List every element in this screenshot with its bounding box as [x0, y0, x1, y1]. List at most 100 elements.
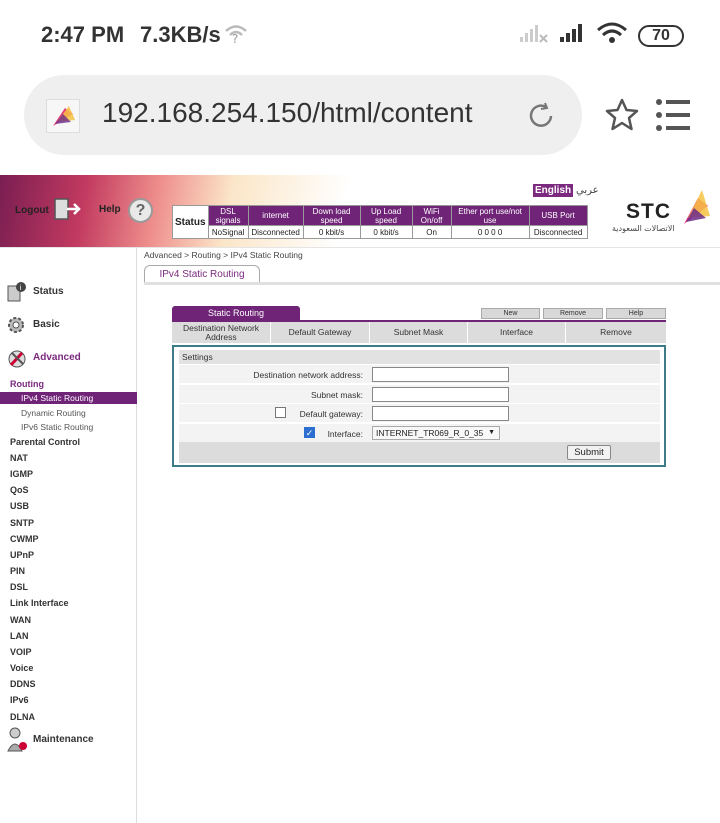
address-bar[interactable]: 192.168.254.150/html/content — [24, 75, 582, 155]
bookmark-star-icon[interactable] — [604, 97, 640, 138]
column-header: Destination Network Address — [172, 322, 271, 343]
url-text[interactable]: 192.168.254.150/html/content — [102, 97, 482, 129]
nav-voip[interactable]: VOIP — [10, 647, 32, 657]
signal-icon — [558, 23, 586, 48]
nav-cwmp[interactable]: CWMP — [10, 534, 39, 544]
signal-x-icon — [520, 23, 548, 48]
nav-ipv6-static-routing[interactable]: IPv6 Static Routing — [21, 422, 93, 432]
routes-table-header: Destination Network Address Default Gate… — [172, 322, 666, 343]
reload-icon[interactable] — [526, 101, 556, 136]
status-table: Status DSL signals internet Down load sp… — [172, 205, 588, 239]
nav-basic[interactable]: Basic — [33, 319, 60, 330]
status-value: 0 kbit/s — [302, 225, 361, 239]
nav-ipv6[interactable]: IPv6 — [10, 695, 29, 705]
language-arabic[interactable]: عربي — [576, 185, 599, 196]
breadcrumb: Advanced > Routing > IPv4 Static Routing — [144, 250, 303, 260]
nav-maintenance[interactable]: Maintenance — [33, 734, 94, 745]
battery-indicator: 70 — [638, 24, 684, 47]
nav-routing[interactable]: Routing — [10, 379, 44, 389]
default-gateway-checkbox[interactable] — [275, 407, 286, 418]
status-header: Ether port use/not use — [450, 205, 530, 226]
tab-underline — [144, 282, 720, 285]
status-header: DSL signals — [207, 205, 249, 226]
interface-label: Interface: — [327, 429, 363, 439]
maintenance-icon — [6, 727, 28, 758]
wifi-question-icon: ? — [224, 24, 248, 49]
svg-text:i: i — [20, 284, 22, 292]
clock: 2:47 PM — [41, 22, 125, 47]
nav-usb[interactable]: USB — [10, 501, 29, 511]
status-value: Disconnected — [528, 225, 588, 239]
nav-parental-control[interactable]: Parental Control — [10, 437, 80, 447]
nav-pin[interactable]: PIN — [10, 566, 25, 576]
nav-igmp[interactable]: IGMP — [10, 469, 33, 479]
column-header: Subnet Mask — [370, 322, 468, 343]
language-english[interactable]: English — [533, 184, 574, 197]
status-value: 0 kbit/s — [359, 225, 413, 239]
nav-wan[interactable]: WAN — [10, 615, 31, 625]
settings-box: Settings Destination network address: Su… — [172, 345, 666, 467]
side-navigation: i Status Basic Advanced Routing IPv4 Sta… — [0, 248, 137, 823]
help-button[interactable]: Help — [606, 308, 666, 319]
nav-dsl[interactable]: DSL — [10, 582, 28, 592]
subnet-mask-label: Subnet mask: — [311, 390, 363, 400]
status-value: On — [411, 225, 452, 239]
nav-sntp[interactable]: SNTP — [10, 518, 34, 528]
nav-dlna[interactable]: DLNA — [10, 712, 35, 722]
svg-text:?: ? — [232, 32, 238, 44]
nav-ipv4-static-routing[interactable]: IPv4 Static Routing — [0, 392, 137, 404]
status-header: USB Port — [528, 205, 588, 226]
basic-gear-icon — [6, 315, 26, 340]
nav-nat[interactable]: NAT — [10, 453, 28, 463]
submit-button[interactable]: Submit — [567, 445, 611, 460]
remove-button[interactable]: Remove — [543, 308, 603, 319]
nav-link-interface[interactable]: Link Interface — [10, 598, 69, 608]
interface-checkbox[interactable]: ✓ — [304, 427, 315, 438]
menu-icon[interactable] — [656, 98, 692, 137]
panel-title: Static Routing — [172, 306, 300, 320]
status-value: NoSignal — [207, 225, 249, 239]
new-button[interactable]: New — [481, 308, 540, 319]
brand-name: STC — [626, 200, 671, 223]
logout-door-icon[interactable] — [53, 197, 81, 226]
subnet-mask-input[interactable] — [372, 387, 509, 402]
interface-select[interactable]: INTERNET_TR069_R_0_35 ▼ — [372, 426, 500, 440]
dropdown-arrow-icon: ▼ — [488, 429, 495, 436]
column-header: Default Gateway — [271, 322, 370, 343]
nav-ddns[interactable]: DDNS — [10, 679, 36, 689]
nav-upnp[interactable]: UPnP — [10, 550, 34, 560]
interface-selected-value: INTERNET_TR069_R_0_35 — [376, 428, 484, 438]
logout-link[interactable]: Logout — [15, 205, 49, 216]
network-speed: 7.3KB/s — [140, 22, 221, 47]
advanced-tools-icon — [6, 347, 28, 374]
router-page: Logout Help ? English عربي Status DSL si… — [0, 175, 720, 823]
nav-voice[interactable]: Voice — [10, 663, 33, 673]
subnet-mask-row: Subnet mask: — [179, 385, 660, 404]
brand-name-arabic: الاتصالات السعودية — [612, 224, 675, 233]
nav-advanced[interactable]: Advanced — [33, 352, 81, 363]
default-gateway-input[interactable] — [372, 406, 509, 421]
stc-logo: STC الاتصالات السعودية — [612, 190, 712, 240]
help-question-icon[interactable]: ? — [128, 198, 153, 223]
submit-row: Submit — [179, 442, 660, 463]
nav-qos[interactable]: QoS — [10, 485, 29, 495]
tab-ipv4-static-routing[interactable]: IPv4 Static Routing — [144, 265, 260, 283]
column-header: Remove — [600, 327, 632, 337]
status-header: Up Load speed — [359, 205, 413, 226]
status-header: internet — [247, 205, 304, 226]
destination-label: Destination network address: — [253, 370, 363, 380]
status-value: 0 0 0 0 — [450, 225, 530, 239]
column-header: Interface — [468, 322, 566, 343]
stc-burst-icon — [684, 190, 710, 224]
nav-dynamic-routing[interactable]: Dynamic Routing — [21, 408, 86, 418]
destination-input[interactable] — [372, 367, 509, 382]
status-info-icon: i — [6, 281, 28, 308]
nav-status[interactable]: Status — [33, 286, 64, 297]
status-table-label: Status — [172, 205, 209, 239]
help-link[interactable]: Help — [99, 204, 121, 215]
nav-lan[interactable]: LAN — [10, 631, 29, 641]
status-header: WiFi On/off — [411, 205, 452, 226]
status-value: Disconnected — [247, 225, 304, 239]
status-header: Down load speed — [302, 205, 361, 226]
phone-status-bar: 2:47 PM 7.3KB/s ? 70 — [0, 0, 720, 70]
